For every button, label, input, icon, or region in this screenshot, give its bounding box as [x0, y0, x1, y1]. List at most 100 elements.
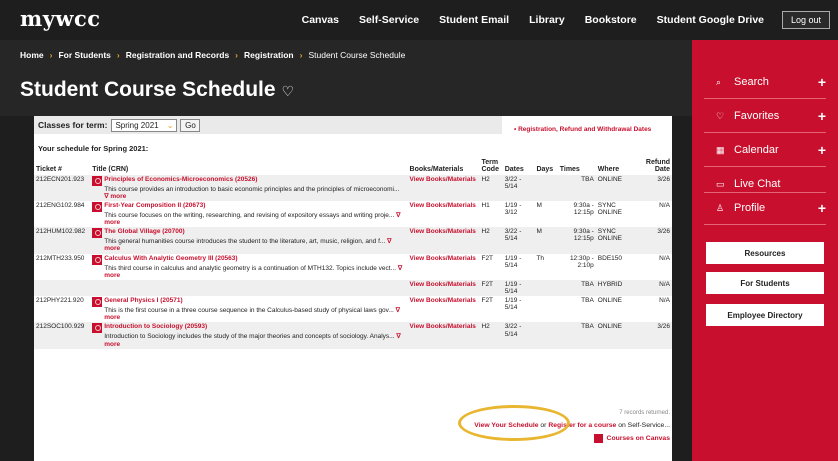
course-title-link[interactable]: Calculus With Analytic Geometry III (205… — [104, 255, 237, 262]
course-title-link[interactable]: First-Year Composition II (20673) — [104, 202, 205, 209]
title-cell: First-Year Composition II (20673) This co… — [90, 200, 408, 228]
course-description-text: This third course in calculus and analyt… — [104, 264, 397, 272]
view-books-link[interactable]: View Books/Materials — [407, 279, 480, 297]
col-where: Where — [597, 166, 620, 174]
schedule-panel: Classes for term: Spring 2021 ⌄ Go • Reg… — [34, 116, 672, 461]
footer-or: or — [538, 422, 549, 429]
view-books-link[interactable]: View Books/Materials — [407, 253, 480, 280]
view-books-link[interactable]: View Books/Materials — [407, 200, 480, 228]
title-cell: Calculus With Analytic Geometry III (205… — [90, 253, 408, 280]
nav-student-email[interactable]: Student Email — [429, 14, 519, 26]
refund-dates-link[interactable]: • Registration, Refund and Withdrawal Da… — [514, 126, 651, 133]
table-row: View Books/Materials F2T 1/19 - 5/14 TBA HYB… — [34, 279, 672, 297]
times-cell: TBA — [557, 174, 596, 201]
heart-icon[interactable]: ♡ — [282, 83, 295, 100]
view-books-link[interactable]: View Books/Materials — [407, 322, 480, 349]
refund-cell: N/A — [638, 253, 672, 280]
courses-on-canvas-link[interactable]: Courses on Canvas — [607, 435, 670, 442]
sidebar-item-favorites[interactable]: ♡ Favorites + — [692, 100, 838, 132]
col-term-code: Term Code — [481, 159, 499, 174]
class-badge-icon — [92, 201, 103, 212]
course-title-link[interactable]: General Physics I (20571) — [104, 297, 182, 304]
employee-directory-button[interactable]: Employee Directory — [706, 304, 824, 326]
chevron-right-icon: › — [299, 50, 303, 60]
nav-self-service[interactable]: Self-Service — [349, 14, 429, 26]
nav-bookstore[interactable]: Bookstore — [575, 14, 647, 26]
breadcrumb-home[interactable]: Home — [20, 50, 44, 60]
logout-button[interactable]: Log out — [782, 11, 830, 29]
breadcrumb-current: Student Course Schedule — [308, 50, 406, 60]
nav-canvas[interactable]: Canvas — [292, 14, 349, 26]
ticket-cell: 212HUM102.982 — [34, 227, 91, 254]
breadcrumb-for-students[interactable]: For Students — [58, 50, 110, 60]
refund-cell: 3/26 — [638, 174, 672, 201]
main-content: Classes for term: Spring 2021 ⌄ Go • Reg… — [0, 116, 692, 461]
page-title-text: Student Course Schedule — [20, 78, 276, 101]
footer-on-self-service: on Self-Service... — [616, 422, 670, 429]
view-books-link[interactable]: View Books/Materials — [407, 174, 480, 201]
divider — [704, 98, 826, 99]
divider — [704, 132, 826, 133]
table-row: 212ENG102.984 First-Year Composition II (… — [34, 200, 672, 228]
dates-cell: 1/19 - 5/14 — [502, 279, 535, 297]
sidebar-item-profile[interactable]: ♙ Profile + — [692, 192, 838, 224]
course-title-link[interactable]: Introduction to Sociology (20593) — [104, 323, 207, 330]
class-badge-icon — [92, 175, 103, 186]
refund-cell: N/A — [638, 296, 672, 323]
course-description: This course provides an introduction to … — [92, 186, 405, 200]
term-code-cell: H2 — [479, 322, 503, 349]
chevron-down-icon: ⌄ — [166, 120, 174, 130]
view-schedule-link[interactable]: View Your Schedule — [474, 422, 538, 429]
footer-links: View Your Schedule or Register for a cou… — [474, 422, 670, 429]
refund-cell: N/A — [638, 200, 672, 228]
dates-cell: 1/19 - 5/14 — [502, 296, 535, 323]
title-cell — [90, 279, 408, 297]
col-ticket: Ticket # — [36, 166, 62, 174]
go-button[interactable]: Go — [180, 118, 201, 132]
title-band: Home › For Students › Registration and Rec… — [0, 40, 692, 116]
nav-student-google-drive[interactable]: Student Google Drive — [647, 14, 774, 26]
days-cell — [534, 322, 558, 349]
canvas-icon — [593, 434, 603, 443]
course-description: This general humanities course introduce… — [92, 238, 405, 252]
ticket-cell — [34, 279, 91, 297]
search-icon: ⌕ — [716, 76, 722, 87]
times-cell: TBA — [557, 279, 596, 297]
where-cell: ONLINE — [595, 322, 639, 349]
course-description-text: This is the first course in a three cour… — [104, 307, 394, 315]
sidebar-item-search[interactable]: ⌕ Search + — [692, 66, 838, 98]
breadcrumb: Home › For Students › Registration and Rec… — [20, 50, 405, 60]
term-select[interactable]: Spring 2021 ⌄ — [111, 118, 178, 132]
course-description-text: This course focuses on the writing, rese… — [104, 211, 395, 219]
resources-button[interactable]: Resources — [706, 242, 824, 264]
days-cell — [534, 174, 558, 201]
top-nav: Canvas Self-Service Student Email Librar… — [292, 0, 774, 40]
sidebar-item-calendar[interactable]: ▦ Calendar + — [692, 134, 838, 166]
dates-cell: 3/22 - 5/14 — [502, 322, 535, 349]
days-cell: Th — [534, 253, 558, 280]
times-cell: TBA — [557, 322, 596, 349]
breadcrumb-registration[interactable]: Registration — [244, 50, 294, 60]
plus-icon: + — [817, 108, 826, 124]
breadcrumb-registration-records[interactable]: Registration and Records — [126, 50, 229, 60]
nav-library[interactable]: Library — [519, 14, 575, 26]
register-course-link[interactable]: Register for a course — [548, 422, 616, 429]
term-label: Classes for term: — [38, 120, 108, 130]
course-description-text: This course provides an introduction to … — [104, 185, 400, 193]
ticket-cell: 212ENG102.984 — [34, 200, 91, 228]
course-title-link[interactable]: The Global Village (20700) — [104, 228, 184, 235]
ticket-cell: 212SOC100.929 — [34, 322, 91, 349]
right-sidebar: ⌕ Search + ♡ Favorites + ▦ Calendar + ▭ … — [692, 40, 838, 461]
where-cell: HYBRID — [595, 279, 639, 297]
dates-cell: 1/19 - 5/14 — [502, 253, 535, 280]
site-logo[interactable]: mywcc — [20, 6, 101, 31]
col-times: Times — [559, 166, 580, 174]
times-cell: 12:30p - 2:10p — [557, 253, 596, 280]
title-cell: Introduction to Sociology (20593) Introdu… — [90, 322, 408, 349]
view-books-link[interactable]: View Books/Materials — [407, 296, 480, 323]
for-students-button[interactable]: For Students — [706, 272, 824, 294]
view-books-link[interactable]: View Books/Materials — [407, 227, 480, 254]
more-link[interactable]: ∇ more — [104, 193, 126, 200]
course-title-link[interactable]: Principles of Economics-Microeconomics (… — [104, 176, 257, 183]
canvas-courses-line: Courses on Canvas — [593, 434, 670, 443]
